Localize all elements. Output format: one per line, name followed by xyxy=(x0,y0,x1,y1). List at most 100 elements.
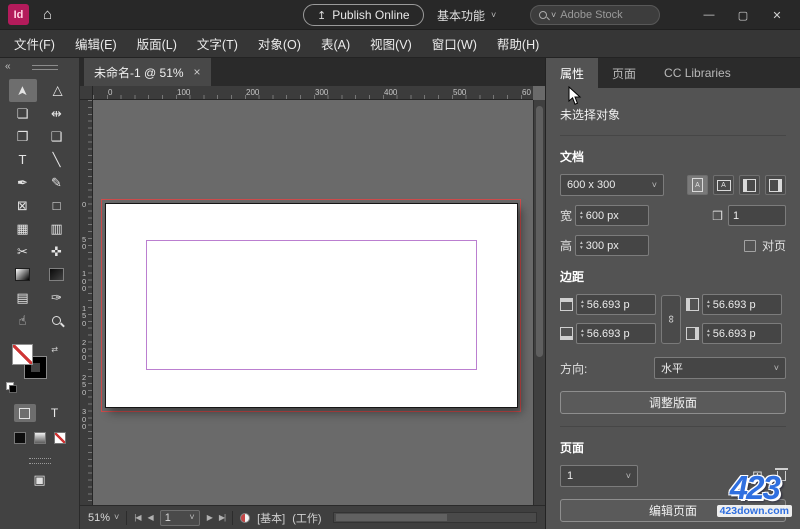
default-fill-stroke-icon[interactable] xyxy=(6,382,18,394)
binding-ltr-button[interactable] xyxy=(739,175,760,195)
tool-selection[interactable]: ➤ xyxy=(8,79,37,102)
page-count-field[interactable]: 1 xyxy=(728,205,786,226)
tool-type[interactable]: T xyxy=(9,148,37,171)
stepper-icon[interactable]: ▴ ▾ xyxy=(581,300,584,309)
margin-bottom-field[interactable]: ▴ ▾ 56.693 p xyxy=(576,323,656,344)
menu-item[interactable]: 表(A) xyxy=(311,30,360,58)
tool-scissors[interactable]: ✂ xyxy=(9,240,37,263)
menu-item[interactable]: 视图(V) xyxy=(360,30,422,58)
minimize-button[interactable]: — xyxy=(692,9,726,21)
first-page-button[interactable]: |◀ xyxy=(134,513,141,522)
toolbar-grip[interactable] xyxy=(28,458,51,464)
panel-grip[interactable] xyxy=(31,64,58,70)
zoom-level-dropdown[interactable]: 51% ˅ xyxy=(88,512,119,524)
adjust-layout-button[interactable]: 调整版面 xyxy=(560,391,786,414)
document-tab-title: 未命名-1 @ 51% xyxy=(94,65,184,80)
menu-item[interactable]: 窗口(W) xyxy=(422,30,487,58)
page-size-dropdown[interactable]: 600 x 300 ˅ xyxy=(560,174,664,196)
fill-swatch-none[interactable] xyxy=(12,344,33,365)
ruler-horizontal[interactable]: 0 100 200 300 400 500 60 xyxy=(93,86,533,100)
swap-fill-stroke-icon[interactable]: ⇄ xyxy=(51,345,58,354)
tool-vertical-grid[interactable]: ▥ xyxy=(43,217,71,240)
maximize-button[interactable]: ▢ xyxy=(726,9,760,22)
tool-eyedropper[interactable]: ✑ xyxy=(43,286,71,309)
tool-rectangle[interactable]: □ xyxy=(43,194,71,217)
apply-none-button[interactable] xyxy=(52,430,68,446)
ruler-vertical[interactable]: 0 50 100 150 200 250 300 xyxy=(80,100,93,505)
menu-item[interactable]: 编辑(E) xyxy=(65,30,127,58)
height-field[interactable]: ▴ ▾ 300 px xyxy=(575,235,649,256)
apply-gradient-button[interactable] xyxy=(32,430,48,446)
vertical-scrollbar-thumb[interactable] xyxy=(536,106,543,358)
current-page-dropdown[interactable]: 1 ˅ xyxy=(560,465,638,487)
tool-rectangle-frame[interactable]: ⊠ xyxy=(9,194,37,217)
orientation-landscape-button[interactable]: A xyxy=(713,175,734,195)
tool-direct-selection[interactable]: ▷ xyxy=(43,79,71,102)
tool-gradient-swatch[interactable] xyxy=(9,263,37,286)
menu-item[interactable]: 帮助(H) xyxy=(487,30,549,58)
tab-cc-libraries[interactable]: CC Libraries xyxy=(650,58,745,88)
margin-top-field[interactable]: ▴ ▾ 56.693 p xyxy=(576,294,656,315)
tool-content-collector[interactable]: ❐ xyxy=(9,125,37,148)
stepper-icon[interactable]: ▴ ▾ xyxy=(581,329,584,338)
document-tab[interactable]: 未命名-1 @ 51% × xyxy=(84,58,211,86)
last-page-button[interactable]: ▶| xyxy=(219,513,226,522)
page-number-dropdown[interactable]: 1 ˅ xyxy=(159,509,200,526)
tab-pages[interactable]: 页面 xyxy=(598,58,650,88)
vertical-scrollbar[interactable] xyxy=(533,100,545,505)
close-button[interactable]: ✕ xyxy=(760,9,794,22)
tab-properties[interactable]: 属性 xyxy=(546,58,599,88)
chevron-down-icon: ˅ xyxy=(189,512,195,522)
binding-rtl-button[interactable] xyxy=(765,175,786,195)
facing-pages-checkbox[interactable] xyxy=(743,239,756,252)
tool-gradient-feather[interactable] xyxy=(43,263,71,286)
direction-dropdown[interactable]: 水平 ˅ xyxy=(654,357,786,379)
horizontal-scrollbar[interactable] xyxy=(332,512,537,523)
formatting-affects-container-button[interactable] xyxy=(13,404,36,422)
tool-hand[interactable]: ☝ xyxy=(9,309,37,332)
publish-online-button[interactable]: ↥ Publish Online xyxy=(303,4,424,26)
menu-item[interactable]: 文字(T) xyxy=(187,30,248,58)
ruler-origin[interactable] xyxy=(80,86,93,100)
collapse-panel-icon[interactable]: « xyxy=(5,61,11,72)
width-field[interactable]: ▴ ▾ 600 px xyxy=(575,205,649,226)
orientation-portrait-button[interactable]: A xyxy=(687,175,708,195)
stepper-icon[interactable]: ▴ ▾ xyxy=(707,300,710,309)
home-icon[interactable]: ⌂ xyxy=(43,6,52,23)
menu-item[interactable]: 文件(F) xyxy=(4,30,65,58)
next-page-button[interactable]: ▶ xyxy=(207,513,213,522)
workspace-switcher[interactable]: 基本功能 ˅ xyxy=(437,0,496,30)
preflight-indicator[interactable] xyxy=(240,512,251,523)
stepper-icon[interactable]: ▴ ▾ xyxy=(580,211,583,220)
preflight-profile[interactable]: [基本] xyxy=(257,510,285,526)
horizontal-scrollbar-thumb[interactable] xyxy=(335,514,447,521)
tool-gap[interactable]: ⇹ xyxy=(43,102,71,125)
page[interactable] xyxy=(105,203,518,408)
tool-page[interactable]: ❏ xyxy=(9,102,37,125)
indesign-logo[interactable]: Id xyxy=(8,4,29,25)
margin-left-field[interactable]: ▴ ▾ 56.693 p xyxy=(702,294,782,315)
tool-line[interactable]: ╲ xyxy=(43,148,71,171)
prev-page-button[interactable]: ◀ xyxy=(148,513,154,522)
link-margins-button[interactable]: ∞ xyxy=(661,294,681,344)
tool-note[interactable]: ▤ xyxy=(9,286,37,309)
margin-right-field[interactable]: ▴ ▾ 56.693 p xyxy=(702,323,782,344)
screen-mode-button[interactable]: ▣ xyxy=(28,472,52,488)
pages-section-title: 页面 xyxy=(560,441,585,455)
tool-content-placer[interactable]: ❑ xyxy=(43,125,71,148)
menu-item[interactable]: 版面(L) xyxy=(127,30,187,58)
stepper-icon[interactable]: ▴ ▾ xyxy=(707,329,710,338)
tool-horizontal-grid[interactable]: ▦ xyxy=(9,217,37,240)
formatting-affects-text-button[interactable]: T xyxy=(44,404,66,422)
height-label: 高 xyxy=(560,239,573,253)
tool-pen[interactable]: ✒ xyxy=(9,171,37,194)
stepper-icon[interactable]: ▴ ▾ xyxy=(580,241,583,250)
adobe-stock-search[interactable]: ˅ Adobe Stock xyxy=(530,5,660,25)
tool-free-transform[interactable]: ✜ xyxy=(43,240,71,263)
apply-color-button[interactable] xyxy=(12,430,28,446)
tool-zoom[interactable] xyxy=(43,309,71,332)
tab-close-icon[interactable]: × xyxy=(194,65,201,79)
tool-pencil[interactable]: ✎ xyxy=(43,171,71,194)
menu-item[interactable]: 对象(O) xyxy=(248,30,311,58)
canvas[interactable] xyxy=(93,100,533,505)
